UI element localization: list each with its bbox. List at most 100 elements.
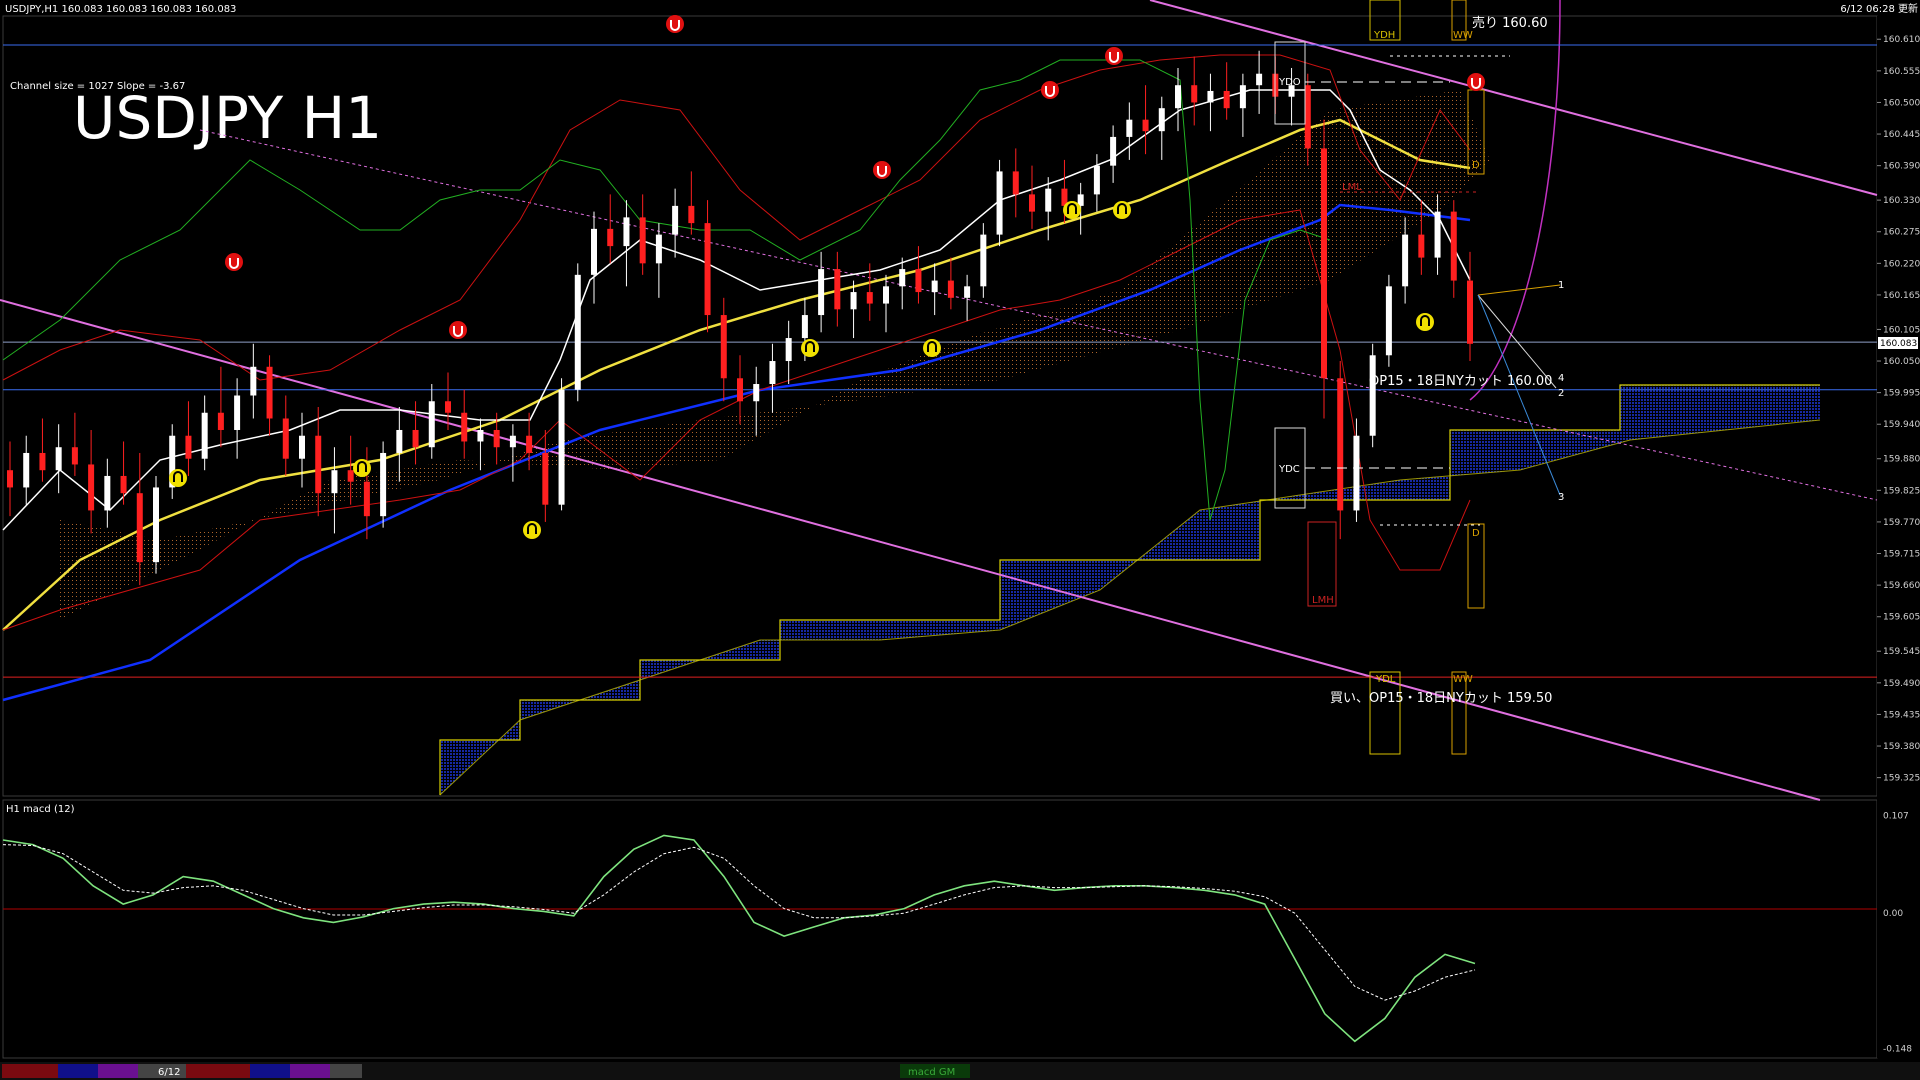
tab-date-label: 6/12 — [158, 1067, 180, 1078]
candle-body — [623, 217, 630, 247]
price-tick-label: 160.555 — [1883, 67, 1920, 77]
candle-body — [1110, 136, 1117, 166]
candle-body — [509, 435, 516, 448]
candle-body — [720, 315, 727, 379]
tab-4[interactable] — [186, 1064, 250, 1078]
op-sell-label: OP15・18日NYカット 160.00 — [1369, 374, 1552, 389]
candle-body — [607, 228, 614, 247]
candle-body — [88, 464, 95, 511]
candle-body — [785, 338, 792, 362]
candle-body — [1321, 148, 1327, 379]
macd-tick-label: 0.00 — [1883, 909, 1903, 919]
candle-body — [412, 429, 419, 448]
price-tick-label: 159.605 — [1883, 613, 1920, 623]
candle-body — [1126, 119, 1133, 137]
candle-body — [23, 452, 30, 488]
price-tick-label: 160.610 — [1883, 35, 1920, 45]
candle-body — [477, 429, 484, 442]
proj-label-2: 2 — [1558, 388, 1564, 399]
candle-body — [996, 171, 1003, 235]
candle-body — [672, 205, 679, 235]
candle-body — [1418, 234, 1425, 258]
macd-tick-label: -0.148 — [1883, 1045, 1912, 1055]
candle-body — [818, 269, 825, 316]
candle-body — [445, 401, 451, 413]
candle-body — [104, 475, 111, 511]
tab-6[interactable] — [290, 1064, 330, 1078]
candle-body — [266, 366, 273, 419]
price-tick-label: 159.715 — [1883, 550, 1920, 560]
price-tick-label: 159.880 — [1883, 455, 1920, 465]
candle-body — [1012, 171, 1019, 195]
buy-label: 買い、OP15・18日NYカット 159.50 — [1330, 691, 1552, 706]
candle-body — [7, 470, 13, 488]
chart-title: USDJPY H1 — [73, 84, 382, 152]
candle-body — [1450, 211, 1457, 281]
svg-text:LMH: LMH — [1312, 595, 1334, 606]
candle-body — [461, 412, 468, 442]
price-tick-label: 160.445 — [1883, 130, 1920, 140]
candle-body — [1239, 85, 1246, 109]
svg-text:YDL: YDL — [1375, 674, 1396, 685]
svg-text:WW: WW — [1453, 30, 1473, 41]
tab-2[interactable] — [58, 1064, 98, 1078]
proj-label-4: 4 — [1558, 373, 1564, 384]
sell-label: 売り 160.60 — [1472, 15, 1548, 31]
candle-body — [120, 475, 127, 494]
candle-body — [39, 452, 46, 471]
candle-body — [1175, 85, 1181, 109]
candle-body — [493, 429, 500, 448]
candle-body — [899, 269, 906, 287]
candle-body — [1337, 378, 1344, 511]
candle-body — [964, 286, 971, 298]
candle-body — [1142, 119, 1149, 132]
candle-body — [1207, 90, 1214, 103]
candle-body — [234, 395, 241, 430]
price-tick-label: 159.995 — [1883, 389, 1920, 399]
svg-text:LML: LML — [1342, 182, 1362, 193]
candle-body — [1385, 286, 1392, 356]
candle-body — [1402, 234, 1409, 287]
tab-1[interactable] — [2, 1064, 58, 1078]
candle-body — [185, 435, 192, 459]
candle-body — [153, 487, 159, 563]
candle-body — [915, 269, 922, 293]
candle-body — [282, 418, 289, 459]
svg-text:YDC: YDC — [1278, 464, 1300, 475]
price-tick-label: 160.165 — [1883, 291, 1920, 301]
tab-5[interactable] — [250, 1064, 290, 1078]
candle-body — [737, 378, 743, 402]
price-tick-label: 160.105 — [1883, 325, 1920, 335]
candle-body — [250, 366, 257, 396]
candle-body — [558, 389, 565, 505]
svg-text:WW: WW — [1453, 674, 1473, 685]
price-tick-label: 159.770 — [1883, 518, 1920, 528]
tab-3[interactable] — [98, 1064, 138, 1078]
candle-body — [217, 412, 224, 430]
candle-body — [428, 401, 435, 448]
candle-body — [931, 280, 938, 293]
candle-body — [1158, 108, 1165, 132]
price-tick-label: 160.275 — [1883, 228, 1920, 238]
tab-7[interactable] — [330, 1064, 362, 1078]
price-tick-label: 159.325 — [1883, 774, 1920, 784]
price-tick-label: 159.490 — [1883, 679, 1920, 689]
candle-body — [1045, 188, 1052, 212]
candle-body — [136, 493, 143, 563]
price-tick-label: 160.330 — [1883, 196, 1920, 206]
candle-body — [753, 384, 760, 402]
candle-body — [769, 361, 776, 385]
price-tick-label: 159.660 — [1883, 581, 1920, 591]
price-tick-label: 159.940 — [1883, 420, 1920, 430]
price-tick-label: 160.500 — [1883, 98, 1920, 108]
price-tick-label: 159.435 — [1883, 710, 1920, 720]
candle-body — [1093, 165, 1100, 195]
candle-body — [834, 269, 841, 310]
candle-body — [201, 412, 208, 459]
candle-body — [574, 274, 581, 390]
candle-body — [331, 470, 338, 494]
candle-body — [850, 292, 857, 310]
candle-body — [299, 435, 305, 459]
candle-body — [1304, 85, 1311, 149]
candle-body — [947, 280, 954, 298]
